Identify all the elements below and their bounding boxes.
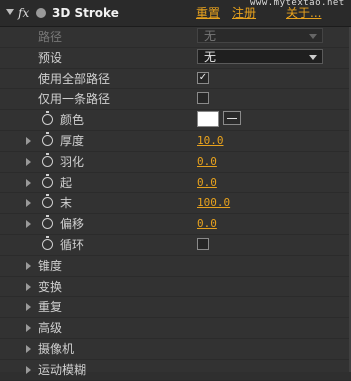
property-label: 循环 [60,237,85,252]
property-row-color: 颜色 [0,110,351,131]
property-row-preset: 预设 无 [0,48,351,69]
twisty-closed-icon[interactable] [26,303,31,312]
stopwatch-icon[interactable] [42,235,53,250]
stopwatch-icon[interactable] [42,131,53,146]
property-row-thickness: 厚度 10.0 [0,131,351,152]
twisty-open-icon[interactable] [6,9,14,15]
path-dropdown[interactable]: 无 [197,28,323,43]
property-label: 起 [60,175,73,190]
property-row-path: 路径 无 [0,27,351,48]
twisty-closed-icon[interactable] [26,178,31,187]
reset-link[interactable]: 重置 [196,5,220,21]
stopwatch-icon[interactable] [42,173,53,188]
twisty-closed-icon[interactable] [26,365,31,374]
property-row-loop: 循环 [0,235,351,256]
property-group-transform[interactable]: 变换 [0,277,351,298]
twisty-closed-icon[interactable] [26,157,31,166]
loop-checkbox[interactable] [197,237,209,250]
property-row-end: 末 100.0 [0,193,351,215]
fx-icon[interactable]: fx [18,5,29,21]
property-row-single-path: 仅用一条路径 [0,89,351,111]
stopwatch-icon[interactable] [42,152,53,167]
property-row-feather: 羽化 0.0 [0,152,351,173]
property-label: 预设 [38,50,63,65]
property-label: 使用全部路径 [38,71,111,86]
properties-list: 路径 无 预设 无 使用全部路径 ✓ 仅用一条路径 颜色 厚度 10.0 羽化 … [0,27,351,381]
twisty-closed-icon[interactable] [26,282,31,291]
effect-header: fx 3D Stroke 重置 注册 关于... www.mytextao.ne… [0,0,351,27]
property-label: 路径 [38,30,63,44]
end-value[interactable]: 100.0 [197,195,230,211]
property-group-camera[interactable]: 摄像机 [0,339,351,360]
property-label: 仅用一条路径 [38,92,111,107]
twisty-closed-icon[interactable] [26,136,31,145]
single-path-checkbox[interactable] [197,92,209,105]
twisty-closed-icon[interactable] [26,324,31,333]
property-label: 羽化 [60,154,85,169]
property-group-repeater[interactable]: 重复 [0,297,351,319]
offset-value[interactable]: 0.0 [197,216,217,232]
stopwatch-icon[interactable] [42,111,53,126]
group-label: 高级 [38,321,63,336]
preset-dropdown[interactable]: 无 [197,48,323,64]
property-label: 偏移 [60,217,85,232]
stopwatch-icon[interactable] [42,194,53,209]
group-label: 锥度 [38,258,63,273]
property-label: 末 [60,196,73,211]
group-label: 摄像机 [38,341,75,356]
chevron-down-icon [309,34,317,39]
property-label: 颜色 [60,113,85,128]
dropdown-value: 无 [204,49,217,64]
dropdown-value: 无 [204,29,217,43]
property-group-taper[interactable]: 锥度 [0,256,351,277]
twisty-closed-icon[interactable] [26,220,31,229]
property-row-offset: 偏移 0.0 [0,214,351,235]
twisty-closed-icon[interactable] [26,199,31,208]
use-all-paths-checkbox[interactable]: ✓ [197,71,209,84]
eyedropper-icon[interactable] [223,111,241,126]
group-label: 变换 [38,279,63,294]
property-row-use-all-paths: 使用全部路径 ✓ [0,69,351,90]
watermark: www.mytextao.net [250,0,345,8]
effect-icon [36,8,46,18]
effect-name: 3D Stroke [52,6,119,20]
twisty-closed-icon[interactable] [26,344,31,353]
property-label: 厚度 [60,133,85,148]
thickness-value[interactable]: 10.0 [197,133,224,149]
property-group-advanced[interactable]: 高级 [0,318,351,339]
property-row-start: 起 0.0 [0,173,351,194]
group-label: 运动模糊 [38,362,87,377]
chevron-down-icon [309,54,317,60]
feather-value[interactable]: 0.0 [197,154,217,170]
twisty-closed-icon[interactable] [26,261,31,270]
group-label: 重复 [38,300,63,315]
effect-controls-panel: fx 3D Stroke 重置 注册 关于... www.mytextao.ne… [0,0,351,381]
start-value[interactable]: 0.0 [197,175,217,191]
property-group-motion-blur[interactable]: 运动模糊 [0,360,351,381]
stopwatch-icon[interactable] [42,215,53,230]
color-swatch[interactable] [197,111,219,128]
